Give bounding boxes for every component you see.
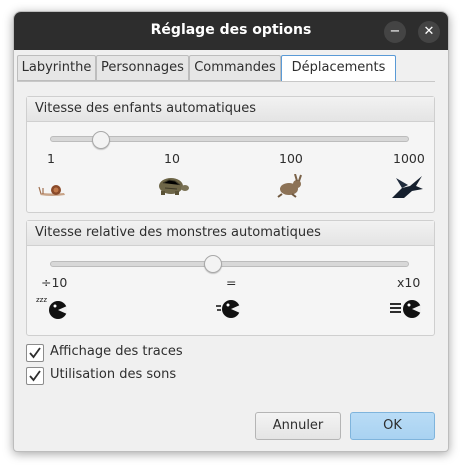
children-tick-100: 100 — [279, 151, 303, 166]
zzz-text: zzz — [36, 296, 47, 304]
checkmark-icon — [29, 370, 41, 382]
traces-checkbox[interactable] — [26, 344, 44, 362]
sleeping-monster-icon: zzz — [36, 296, 67, 319]
monster-tick-x10: x10 — [397, 275, 421, 290]
monster-icon — [216, 300, 240, 318]
snail-icon — [38, 185, 65, 196]
children-tick-1000: 1000 — [393, 151, 425, 166]
sounds-label: Utilisation des sons — [50, 367, 177, 382]
sounds-checkbox[interactable] — [26, 367, 44, 385]
ok-button[interactable]: OK — [350, 412, 435, 440]
tab-divider — [17, 81, 435, 82]
tab-deplacements[interactable]: Déplacements — [281, 55, 396, 82]
fast-monster-icon — [390, 300, 421, 318]
children-speed-header: Vitesse des enfants automatiques — [27, 97, 434, 122]
hare-icon — [277, 174, 302, 198]
sounds-option[interactable]: Utilisation des sons — [26, 366, 226, 386]
children-tick-1: 1 — [47, 151, 55, 166]
tab-commandes[interactable]: Commandes — [189, 55, 281, 81]
checkmark-icon — [29, 347, 41, 359]
monster-speed-header: Vitesse relative des monstres automatiqu… — [27, 221, 434, 246]
minimize-button[interactable]: − — [384, 21, 406, 43]
tab-personnages[interactable]: Personnages — [96, 55, 189, 81]
children-speed-slider-thumb[interactable] — [92, 131, 110, 149]
traces-option[interactable]: Affichage des traces — [26, 343, 226, 363]
traces-label: Affichage des traces — [50, 344, 183, 359]
window-title: Réglage des options — [150, 22, 312, 38]
tab-labyrinthe[interactable]: Labyrinthe — [17, 55, 96, 81]
children-tick-10: 10 — [164, 151, 180, 166]
monster-tick-div10: ÷10 — [41, 275, 68, 290]
monster-tick-equal: = — [226, 275, 237, 290]
turtle-icon — [159, 178, 189, 195]
bird-icon — [392, 176, 423, 198]
children-speed-group: Vitesse des enfants automatiques — [26, 96, 435, 213]
cancel-button[interactable]: Annuler — [255, 412, 341, 440]
title-bar[interactable]: Réglage des options − ✕ — [14, 12, 448, 50]
monster-speed-slider-thumb[interactable] — [204, 255, 222, 273]
close-button[interactable]: ✕ — [418, 21, 440, 43]
monster-speed-track[interactable] — [50, 261, 409, 267]
